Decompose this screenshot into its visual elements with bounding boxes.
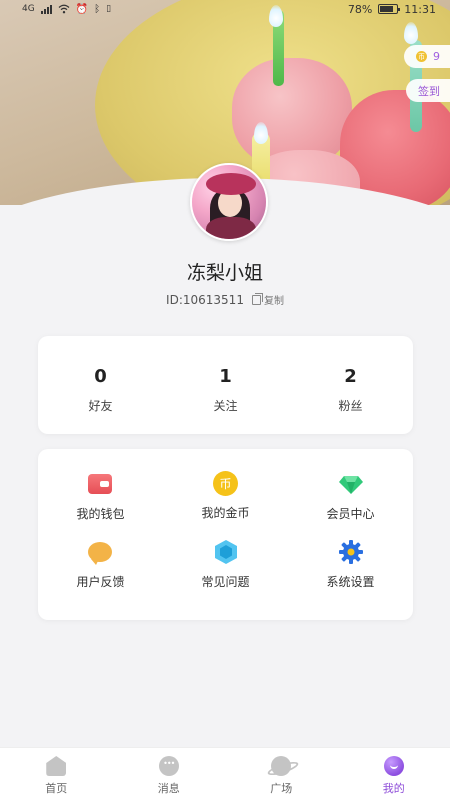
coin-icon: 币	[416, 51, 427, 62]
status-bar: 4G ⏰ ᛒ ▯ 78% 11:31	[0, 0, 450, 18]
message-icon	[158, 756, 179, 776]
alarm-icon: ⏰	[75, 3, 89, 15]
copy-id-button[interactable]: 复制	[251, 292, 284, 307]
user-id-row: ID:10613511 复制	[0, 292, 450, 307]
nickname: 冻梨小姐	[186, 262, 263, 284]
tab-plaza[interactable]: 广场	[225, 748, 338, 800]
stats-card: 0 好友 1 关注 2 粉丝	[38, 336, 413, 434]
stat-value: 0	[94, 366, 107, 387]
stat-value: 2	[344, 366, 357, 387]
battery-icon	[378, 4, 401, 14]
menu-item-label: 我的金币	[201, 506, 250, 520]
menu-item-label: 我的钱包	[76, 507, 125, 521]
stat-following[interactable]: 1 关注	[163, 336, 288, 434]
signal-icon	[40, 4, 52, 14]
coin-icon: 币	[213, 471, 238, 496]
stat-label: 关注	[213, 399, 238, 413]
tab-label: 我的	[382, 782, 405, 795]
menu-item-label: 会员中心	[326, 507, 375, 521]
signin-button[interactable]: 签到	[406, 79, 450, 102]
menu-item-feedback[interactable]: 用户反馈	[38, 539, 163, 607]
avatar[interactable]	[190, 163, 268, 241]
signin-label: 签到	[418, 84, 440, 98]
menu-item-membership[interactable]: 会员中心	[288, 471, 413, 539]
tab-messages[interactable]: 消息	[113, 748, 226, 800]
menu-item-settings[interactable]: 系统设置	[288, 539, 413, 607]
tab-label: 广场	[270, 782, 293, 795]
battery-saver-icon: ▯	[106, 4, 112, 14]
planet-icon	[271, 756, 292, 776]
menu-item-label: 系统设置	[326, 574, 375, 589]
user-id: ID:10613511	[166, 292, 244, 307]
tab-label: 消息	[157, 782, 180, 795]
home-icon	[46, 756, 67, 776]
menu-item-wallet[interactable]: 我的钱包	[38, 471, 163, 539]
menu-item-coins[interactable]: 币 我的金币	[163, 471, 288, 539]
clock: 11:31	[404, 2, 436, 16]
feedback-icon	[87, 541, 112, 565]
network-type: 4G	[22, 4, 35, 14]
bluetooth-icon: ᛒ	[94, 3, 101, 15]
tab-home[interactable]: 首页	[0, 748, 113, 800]
wallet-icon	[87, 474, 112, 494]
tab-mine[interactable]: 我的	[338, 748, 450, 800]
copy-label: 复制	[263, 296, 284, 307]
gear-icon	[338, 539, 363, 564]
battery-percent: 78%	[347, 2, 373, 16]
stat-label: 粉丝	[338, 399, 363, 413]
tab-label: 首页	[45, 782, 68, 795]
stat-value: 1	[219, 366, 232, 387]
stat-followers[interactable]: 2 粉丝	[288, 336, 413, 434]
stat-friends[interactable]: 0 好友	[38, 336, 163, 434]
coin-count: 9	[433, 50, 440, 63]
coin-balance-pill[interactable]: 币 9	[404, 45, 450, 68]
copy-icon	[251, 292, 263, 305]
hexagon-icon	[214, 539, 237, 564]
menu-item-faq[interactable]: 常见问题	[163, 539, 288, 607]
menu-card: 我的钱包 币 我的金币 会员中心 用户反馈 常见问题 系统设置	[38, 449, 413, 620]
diamond-icon	[338, 476, 363, 494]
menu-item-label: 常见问题	[201, 574, 250, 589]
menu-item-label: 用户反馈	[76, 574, 125, 589]
wifi-icon	[58, 4, 70, 14]
bottom-tab-bar: 首页 消息 广场 我的	[0, 747, 450, 800]
profile-icon	[383, 756, 404, 776]
stat-label: 好友	[88, 399, 113, 413]
